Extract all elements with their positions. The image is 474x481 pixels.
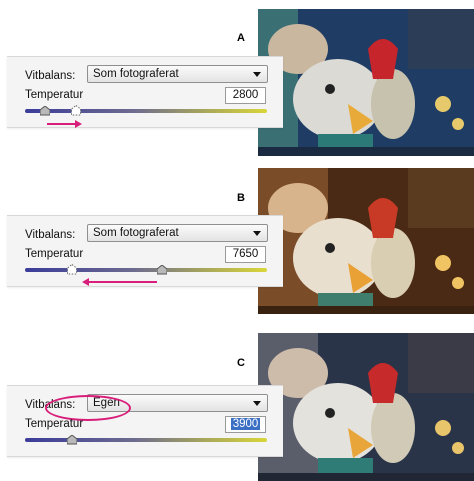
panel-b-label: B: [237, 192, 245, 204]
temperature-value: 7650: [232, 248, 259, 260]
panel-a-label: A: [237, 32, 245, 44]
photo-a: [258, 9, 474, 156]
dropdown-arrow-icon: [253, 231, 261, 236]
annotation-arrow-icon: [82, 278, 157, 286]
temperature-slider-track[interactable]: [25, 109, 267, 113]
dropdown-arrow-icon: [253, 401, 261, 406]
temperature-value: 2800: [232, 89, 259, 101]
white-balance-panel-c: Vitbalans: Egen Temperatur 3900: [7, 385, 283, 457]
slider-ghost-thumb-icon: [71, 105, 81, 116]
white-balance-dropdown[interactable]: Som fotograferat: [87, 224, 268, 242]
photo-b: [258, 168, 474, 314]
temperature-slider-track[interactable]: [25, 438, 267, 442]
slider-thumb-icon[interactable]: [157, 265, 167, 275]
slider-thumb-icon[interactable]: [40, 106, 50, 116]
white-balance-panel-b: Vitbalans: Som fotograferat Temperatur 7…: [7, 215, 283, 287]
temperature-field[interactable]: 2800: [225, 87, 266, 104]
white-balance-label: Vitbalans:: [25, 229, 76, 241]
white-balance-value: Som fotograferat: [93, 227, 179, 239]
annotation-arrow-icon: [47, 120, 82, 128]
temperature-label: Temperatur: [25, 418, 84, 430]
slider-thumb-icon[interactable]: [67, 435, 77, 445]
temperature-slider-track[interactable]: [25, 268, 267, 272]
temperature-field[interactable]: 7650: [225, 246, 266, 263]
white-balance-dropdown[interactable]: Som fotograferat: [87, 65, 268, 83]
photo-c: [258, 333, 474, 481]
dropdown-arrow-icon: [253, 72, 261, 77]
temperature-field[interactable]: 3900: [225, 416, 266, 433]
white-balance-value: Som fotograferat: [93, 68, 179, 80]
panel-c-label: C: [237, 357, 245, 369]
temperature-label: Temperatur: [25, 89, 84, 101]
white-balance-label: Vitbalans:: [25, 70, 76, 82]
white-balance-panel-a: Vitbalans: Som fotograferat Temperatur 2…: [7, 56, 283, 128]
temperature-value: 3900: [230, 418, 261, 430]
temperature-label: Temperatur: [25, 248, 84, 260]
slider-ghost-thumb-icon: [67, 264, 77, 275]
